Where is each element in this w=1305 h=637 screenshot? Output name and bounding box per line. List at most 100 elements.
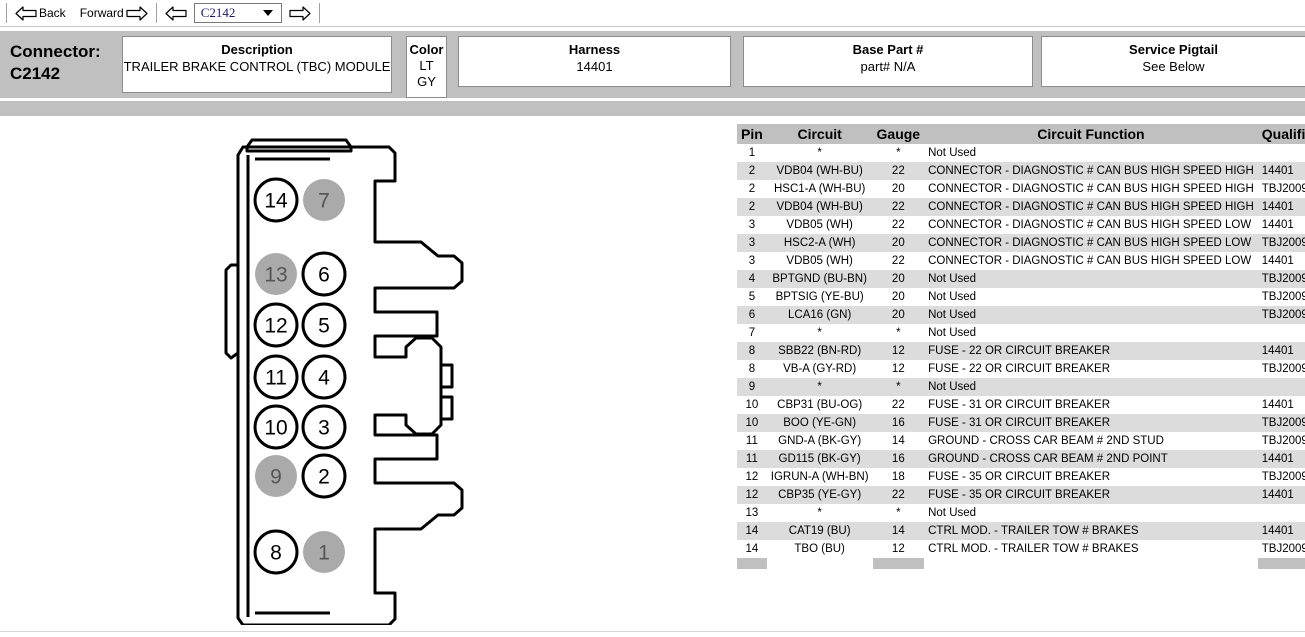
connector-caption: Connector:: [10, 42, 101, 61]
toolbar-separator: [155, 3, 157, 23]
connector-pin-label-6: 6: [318, 264, 330, 287]
table-row: 10 CBP31 (BU-OG) 22 FUSE - 31 OR CIRCUIT BR…: [737, 396, 1305, 414]
cell-qualifier: TBJ2009-FS: [1261, 434, 1305, 447]
cell-gauge: 20: [891, 182, 905, 195]
cell-qualifier: 14401: [1257, 486, 1305, 504]
connector-pin-label-13: 13: [264, 264, 287, 287]
pin-table-body: 1 * * Not Used 2 VDB04 (WH-BU) 22 CONNECTOR - D…: [737, 144, 1305, 558]
cell-qualifier: TBJ2009-FS: [1257, 306, 1305, 324]
cell-pin: 6: [737, 306, 767, 324]
footer-gap: [766, 558, 873, 569]
cell-pin: 10: [745, 398, 759, 411]
arrow-right-icon: [289, 5, 311, 21]
cell-circuit: HSC2-A (WH): [766, 234, 873, 252]
cell-qualifier: 14401: [1261, 218, 1294, 231]
cell-function: FUSE - 35 OR CIRCUIT BREAKER: [924, 486, 1258, 504]
table-row: 14 CAT19 (BU) 14 CTRL MOD. - TRAILER TOW # …: [737, 522, 1305, 540]
cell-function: FUSE - 22 OR CIRCUIT BREAKER: [928, 362, 1111, 375]
table-row: 14 TBO (BU) 12 CTRL MOD. - TRAILER TOW # BR…: [737, 540, 1305, 558]
table-row: 11 GD115 (BK-GY) 16 GROUND - CROSS CAR BEAM…: [737, 450, 1305, 468]
footer-gap: [924, 558, 1258, 569]
cell-circuit: VB-A (GY-RD): [783, 362, 857, 375]
cell-qualifier: 14401: [1257, 522, 1305, 540]
connector-pin-label-2: 2: [318, 466, 330, 489]
cell-pin: 11: [737, 450, 767, 468]
table-row: 12 IGRUN-A (WH-BN) 18 FUSE - 35 OR CIRCUIT …: [737, 468, 1305, 486]
cell-gauge: 20: [872, 306, 925, 324]
chevron-down-icon: [262, 10, 273, 16]
cell-function: GROUND - CROSS CAR BEAM # 2ND POINT: [924, 450, 1258, 468]
cell-pin: 13: [745, 506, 759, 519]
cell-pin: 12: [745, 470, 759, 483]
cell-function: GROUND - CROSS CAR BEAM # 2ND STUD: [928, 434, 1164, 447]
cell-pin: 12: [737, 486, 767, 504]
cell-qualifier: [1258, 144, 1305, 162]
cell-function: Not Used: [924, 306, 1258, 324]
cell-pin: 7: [748, 326, 756, 339]
cell-function: CONNECTOR - DIAGNOSTIC # CAN BUS HIGH SP…: [928, 182, 1254, 195]
cell-pin: 2: [748, 182, 756, 195]
arrow-right-icon: [126, 5, 148, 21]
connector-id: C2142: [10, 64, 61, 83]
cell-pin: 14: [745, 542, 759, 555]
cell-pin: 9: [737, 378, 767, 396]
pin-table-footer-row: [737, 558, 1305, 569]
cell-gauge: *: [896, 506, 901, 519]
toolbar-separator: [318, 3, 320, 23]
cell-qualifier: 14401: [1261, 254, 1294, 267]
page-bottom-divider: [0, 631, 1305, 632]
cell-circuit: TBO (BU): [794, 542, 845, 555]
description-cell: Description TRAILER BRAKE CONTROL (TBC) …: [122, 36, 392, 93]
column-header-function: Circuit Function: [924, 124, 1258, 144]
cell-circuit: BOO (YE-GN): [766, 414, 873, 432]
cell-pin: 8: [737, 342, 767, 360]
connector-select[interactable]: C2142: [193, 3, 282, 23]
cell-gauge: *: [896, 146, 901, 159]
cell-pin: 10: [737, 414, 767, 432]
cell-circuit: *: [766, 378, 873, 396]
cell-function: FUSE - 31 OR CIRCUIT BREAKER: [928, 398, 1111, 411]
cell-gauge: 20: [872, 270, 925, 288]
harness-title: Harness: [568, 42, 621, 57]
cell-circuit: VDB04 (WH-BU): [766, 198, 873, 216]
back-button[interactable]: Back: [13, 5, 68, 21]
cell-pin: 3: [737, 234, 767, 252]
connector-pin-label-8: 8: [270, 542, 282, 565]
cell-circuit: *: [817, 146, 822, 159]
cell-gauge: 16: [872, 414, 925, 432]
cell-gauge: 22: [872, 198, 925, 216]
harness-value: 14401: [576, 59, 613, 74]
cell-function: FUSE - 31 OR CIRCUIT BREAKER: [924, 414, 1258, 432]
cell-gauge: 22: [872, 486, 925, 504]
cell-gauge: 14: [872, 522, 925, 540]
cell-circuit: BPTSIG (YE-BU): [775, 290, 864, 303]
table-row: 2 HSC1-A (WH-BU) 20 CONNECTOR - DIAGNOSTIC …: [737, 180, 1305, 198]
cell-qualifier: 14401: [1257, 342, 1305, 360]
description-title: Description: [221, 42, 293, 57]
connector-title: Connector: C2142: [10, 41, 120, 85]
table-row: 11 GND-A (BK-GY) 14 GROUND - CROSS CAR BEAM…: [737, 432, 1305, 450]
table-row: 8 VB-A (GY-RD) 12 FUSE - 22 OR CIRCUIT BREA…: [737, 360, 1305, 378]
connector-pin-label-12: 12: [264, 315, 287, 338]
connector-outline-svg: 14 7 13 6 12 5 11 4 10 3 9 2 8 1: [224, 138, 464, 625]
cell-function: CONNECTOR - DIAGNOSTIC # CAN BUS HIGH SP…: [928, 254, 1252, 267]
cell-qualifier: TBJ2009-FS: [1257, 270, 1305, 288]
next-connector-button[interactable]: [287, 5, 313, 21]
table-row: 2 VDB04 (WH-BU) 22 CONNECTOR - DIAGNOSTIC #…: [737, 198, 1305, 216]
cell-gauge: 12: [891, 362, 905, 375]
cell-qualifier: 14401: [1257, 198, 1305, 216]
cell-qualifier: TBJ2009-FS: [1257, 234, 1305, 252]
table-row: 9 * * Not Used: [737, 378, 1305, 396]
cell-function: Not Used: [928, 290, 977, 303]
previous-connector-button[interactable]: [163, 5, 189, 21]
cell-gauge: 12: [872, 342, 925, 360]
cell-qualifier: 14401: [1261, 398, 1294, 411]
color-value-line2: GY: [417, 74, 436, 89]
cell-function: Not Used: [928, 146, 977, 159]
pin-table: Pin Circuit Gauge Circuit Function Quali…: [737, 124, 1305, 569]
column-header-circuit: Circuit: [766, 124, 873, 144]
forward-button[interactable]: Forward: [78, 5, 150, 21]
cell-circuit: *: [817, 506, 822, 519]
cell-qualifier: TBJ2009-FS: [1261, 182, 1305, 195]
connector-pin-label-10: 10: [264, 417, 287, 440]
